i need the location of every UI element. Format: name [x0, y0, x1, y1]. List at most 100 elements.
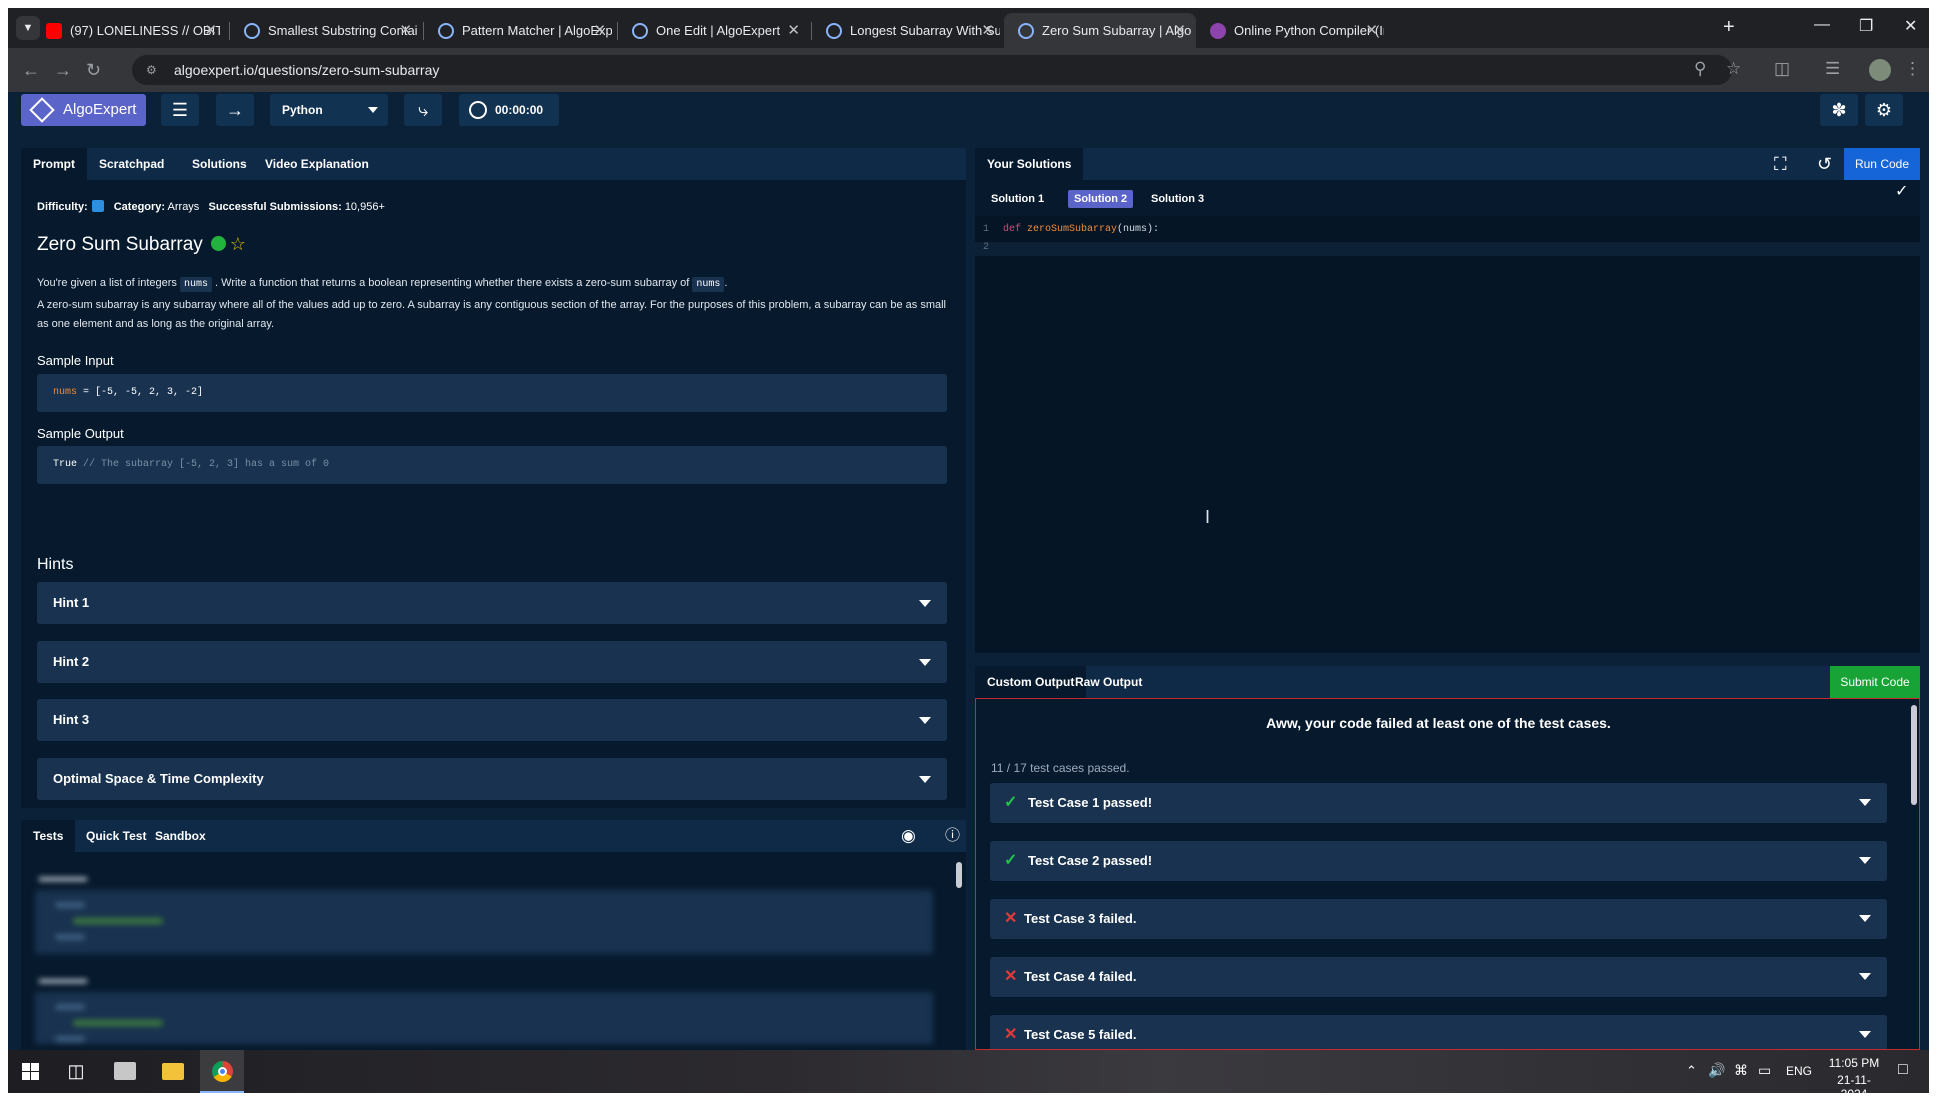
info-icon[interactable]: ⓘ [933, 820, 972, 852]
fullscreen-icon[interactable]: ⛶ [1762, 148, 1799, 180]
close-tab-icon[interactable]: ✕ [1365, 13, 1378, 48]
task-view-icon[interactable]: ◫ [56, 1050, 96, 1093]
tab-solution-2[interactable]: Solution 2 [1068, 190, 1134, 208]
taskbar-chrome[interactable] [200, 1050, 244, 1093]
tab-sandbox[interactable]: Sandbox [143, 820, 218, 852]
prompt-tabs: Prompt Scratchpad Solutions Video Explan… [21, 148, 966, 180]
hints-heading: Hints [37, 556, 74, 573]
start-button[interactable] [8, 1050, 52, 1093]
hint-1-accordion[interactable]: Hint 1 [37, 582, 947, 624]
profile-avatar-icon[interactable] [1869, 59, 1891, 81]
reset-code-icon[interactable]: ↺ [1805, 148, 1844, 180]
minimize-icon[interactable]: — [1814, 16, 1830, 34]
show-hidden-icons-icon[interactable]: ⌃ [1686, 1063, 1697, 1079]
cross-icon: ✕ [1004, 1026, 1018, 1043]
volume-icon[interactable]: 🔊 [1708, 1062, 1725, 1079]
tab-scratchpad[interactable]: Scratchpad [87, 148, 176, 180]
taskbar-app-files[interactable] [104, 1050, 144, 1093]
algoexpert-icon [244, 23, 260, 39]
test-case-3-result[interactable]: ✕ Test Case 3 failed. [990, 899, 1887, 939]
tab-solution-3[interactable]: Solution 3 [1145, 190, 1210, 208]
prompt-paragraph-1: You're given a list of integers nums . W… [37, 277, 728, 292]
window-close-icon[interactable]: ✕ [1904, 16, 1917, 36]
new-tab-icon[interactable]: + [1723, 16, 1735, 39]
tab-solutions[interactable]: Solutions [180, 148, 259, 180]
reload-icon[interactable]: ↻ [86, 60, 101, 81]
clock[interactable]: 11:05 PM 21-11-2024 [1824, 1056, 1884, 1093]
browser-menu-icon[interactable]: ⋮ [1904, 59, 1921, 79]
taskbar-file-explorer[interactable] [152, 1050, 192, 1093]
question-list-icon[interactable]: ☰ [161, 94, 199, 126]
tab-video-explanation[interactable]: Video Explanation [253, 148, 381, 180]
back-icon[interactable]: ← [22, 60, 40, 81]
battery-icon[interactable]: ▭ [1758, 1062, 1771, 1079]
browser-tab-3[interactable]: Pattern Matcher | AlgoExpert ✕ [424, 13, 616, 48]
algoexpert-icon [438, 23, 454, 39]
tab-solution-1[interactable]: Solution 1 [985, 190, 1050, 208]
test-results: Aww, your code failed at least one of th… [975, 698, 1920, 1050]
completed-status-icon [210, 236, 226, 251]
bookmark-star-icon[interactable]: ☆ [1726, 59, 1741, 79]
sample-output-block: True // The subarray [-5, 2, 3] has a su… [37, 446, 947, 484]
algoexpert-logo-button[interactable]: AlgoExpert [21, 94, 146, 126]
app-toolbar: AlgoExpert ☰ → Python ⤷ 00:00:00 ✽ ⚙ [8, 92, 1929, 130]
url-text[interactable]: algoexpert.io/questions/zero-sum-subarra… [174, 62, 439, 78]
tab-prompt[interactable]: Prompt [21, 148, 87, 180]
close-tab-icon[interactable]: ✕ [399, 13, 412, 48]
share-icon[interactable]: ⤷ [404, 94, 442, 126]
browser-tab-4[interactable]: One Edit | AlgoExpert ✕ [618, 13, 810, 48]
test-case-1-result[interactable]: ✓ Test Case 1 passed! [990, 783, 1887, 823]
code-line-1[interactable]: def zeroSumSubarray(nums): [1003, 224, 1159, 235]
test-case-5-result[interactable]: ✕ Test Case 5 failed. [990, 1015, 1887, 1049]
media-controls-icon[interactable]: ☰ [1825, 59, 1840, 79]
restore-icon[interactable]: ❐ [1859, 16, 1873, 36]
browser-tab-5[interactable]: Longest Subarray With Sum | A ✕ [812, 13, 1004, 48]
network-icon[interactable]: ⌘ [1734, 1062, 1748, 1079]
tab-raw-output[interactable]: Raw Output [1063, 666, 1154, 698]
close-tab-icon[interactable]: ✕ [1173, 13, 1186, 48]
tests-scrollbar[interactable] [956, 862, 962, 888]
close-tab-icon[interactable]: ✕ [204, 13, 217, 48]
language-select[interactable]: Python [270, 94, 388, 126]
close-tab-icon[interactable]: ✕ [787, 13, 800, 48]
test-case-block [35, 890, 933, 954]
blurred-test-cases: ▬▬▬▬ ▬▬▬▬ [35, 864, 955, 1044]
sample-input-block: nums = [-5, -5, 2, 3, -2] [37, 374, 947, 412]
extensions-icon[interactable]: ◫ [1774, 59, 1790, 79]
checkmark-icon[interactable]: ✓ [1883, 176, 1920, 208]
notifications-icon[interactable]: □ [1898, 1061, 1908, 1079]
test-case-4-result[interactable]: ✕ Test Case 4 failed. [990, 957, 1887, 997]
browser-tab-6[interactable]: Zero Sum Subarray | AlgoExpert ✕ [1004, 13, 1196, 48]
forward-icon[interactable]: → [54, 60, 72, 81]
output-scrollbar[interactable] [1911, 705, 1917, 805]
bug-report-icon[interactable]: ✽ [1820, 94, 1858, 126]
close-tab-icon[interactable]: ✕ [981, 13, 994, 48]
test-case-2-result[interactable]: ✓ Test Case 2 passed! [990, 841, 1887, 881]
hint-3-accordion[interactable]: Hint 3 [37, 699, 947, 741]
timer-button[interactable]: 00:00:00 [459, 94, 559, 126]
sample-output-heading: Sample Output [37, 426, 124, 441]
tab-tests[interactable]: Tests [21, 820, 76, 852]
hint-2-accordion[interactable]: Hint 2 [37, 641, 947, 683]
input-language[interactable]: ENG [1786, 1064, 1812, 1078]
youtube-icon [46, 23, 62, 39]
check-icon: ✓ [1004, 794, 1018, 811]
close-tab-icon[interactable]: ✕ [593, 13, 606, 48]
site-info-icon[interactable]: ⚙ [146, 63, 157, 77]
prompt-panel: Prompt Scratchpad Solutions Video Explan… [21, 148, 966, 808]
code-editor[interactable]: 1 2 def zeroSumSubarray(nums): I [975, 216, 1920, 653]
browser-tab-1[interactable]: (97) LONELINESS // OBITO - Yo ✕ [32, 13, 227, 48]
submit-code-button[interactable]: Submit Code [1830, 666, 1920, 698]
solutions-panel: Your Solutions ⛶ ↺ Run Code Solution 1 S… [975, 148, 1920, 653]
zoom-icon[interactable]: ⚲ [1694, 59, 1706, 79]
omnibox[interactable]: ⚙ algoexpert.io/questions/zero-sum-subar… [132, 55, 1732, 85]
settings-gear-icon[interactable]: ⚙ [1865, 94, 1903, 126]
browser-tab-7[interactable]: Online Python Compiler (Interp ✕ [1196, 13, 1388, 48]
eye-icon[interactable]: ◉ [889, 820, 928, 852]
complexity-accordion[interactable]: Optimal Space & Time Complexity [37, 758, 947, 800]
your-solutions-tab[interactable]: Your Solutions [975, 148, 1084, 180]
browser-tab-2[interactable]: Smallest Substring Containing ✕ [230, 13, 422, 48]
next-question-icon[interactable]: → [216, 94, 254, 126]
cross-icon: ✕ [1004, 968, 1018, 985]
favorite-star-icon[interactable]: ☆ [230, 234, 246, 254]
